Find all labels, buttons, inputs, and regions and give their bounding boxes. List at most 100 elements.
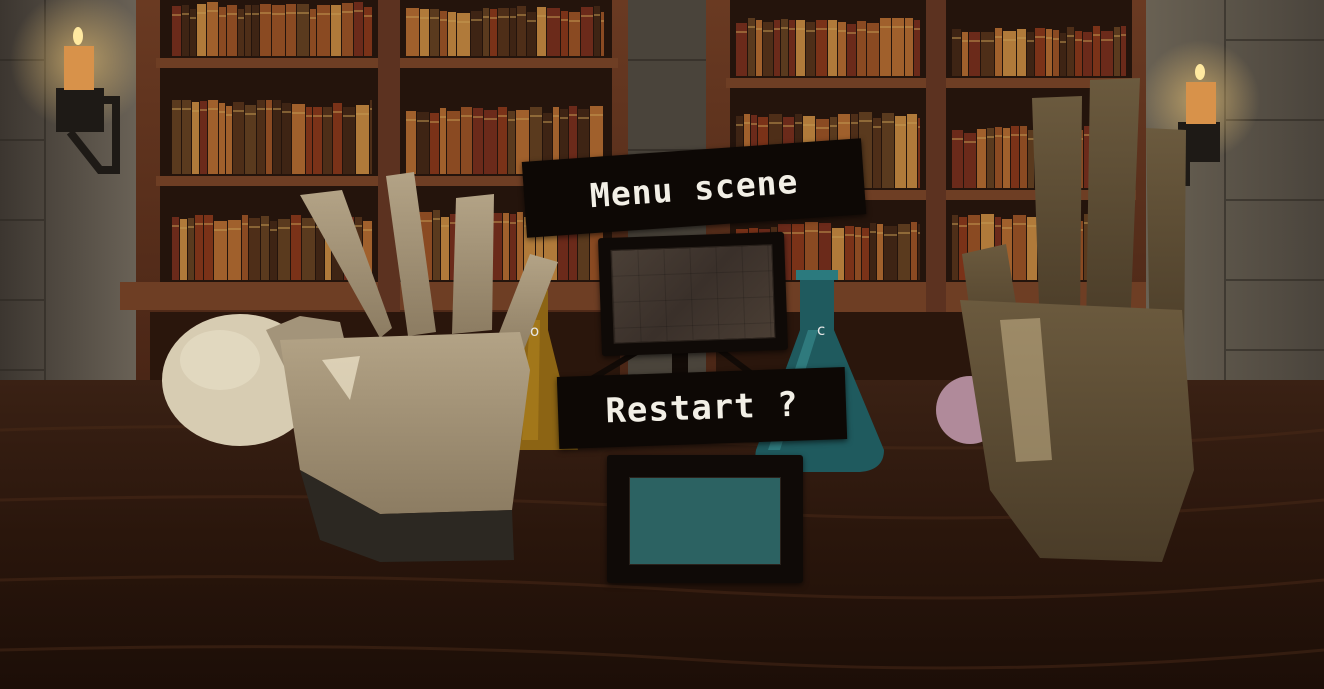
- book-spine-band: [867, 31, 879, 33]
- book-spine-band: [964, 141, 976, 143]
- restart-button[interactable]: [607, 455, 803, 583]
- book-spine: [601, 12, 604, 56]
- book-spine: [1114, 27, 1120, 76]
- book-spine: [172, 100, 181, 174]
- book-spine-band: [578, 117, 589, 119]
- book-spine-band: [461, 115, 472, 117]
- book-spine-band: [252, 13, 259, 15]
- book-spine: [981, 32, 994, 76]
- book-spine: [297, 4, 309, 56]
- book-spine-band: [1053, 38, 1059, 40]
- book-spine-band: [981, 222, 994, 224]
- book-spine-band: [313, 115, 322, 117]
- book-spine-band: [228, 228, 241, 230]
- book-spine-band: [448, 20, 456, 22]
- book-spine: [517, 6, 526, 56]
- book-spine: [342, 3, 353, 56]
- book-spine: [272, 5, 285, 56]
- book-spine-band: [292, 112, 305, 114]
- book-spine-band: [238, 17, 244, 19]
- book-spine-band: [847, 32, 856, 34]
- book-spine: [310, 9, 316, 56]
- book-spine-band: [758, 125, 768, 127]
- book-spine: [192, 102, 199, 174]
- book-spine: [862, 228, 869, 280]
- book-spine: [1046, 29, 1052, 76]
- book-spine: [561, 11, 568, 56]
- book-spine-band: [510, 222, 516, 224]
- book-spine-band: [1027, 225, 1037, 227]
- book-spine: [867, 23, 879, 76]
- book-spine-band: [857, 29, 866, 31]
- book-spine: [440, 11, 447, 56]
- book-spine-band: [918, 232, 920, 234]
- book-spine-band: [569, 20, 580, 22]
- book-spine-band: [266, 108, 272, 110]
- book-spine: [907, 114, 917, 188]
- book-spine: [226, 106, 232, 174]
- book-spine-band: [907, 122, 917, 124]
- book-spine-band: [543, 121, 552, 123]
- button-pad-icon: [629, 477, 781, 565]
- book-spine: [227, 5, 237, 56]
- book-spine-band: [892, 26, 904, 28]
- book-spine: [313, 107, 322, 174]
- book-spine-band: [884, 234, 897, 236]
- book-spine-band: [440, 19, 447, 21]
- book-spine: [1003, 31, 1016, 76]
- book-spine-band: [774, 28, 780, 30]
- book-spine: [356, 105, 369, 174]
- book-spine-band: [895, 124, 906, 126]
- book-spine-band: [1027, 40, 1034, 42]
- book-spine: [219, 103, 225, 174]
- book-spine-band: [969, 40, 980, 42]
- book-spine-band: [1083, 40, 1092, 42]
- book-spine-band: [1003, 39, 1016, 41]
- book-spine: [457, 13, 470, 56]
- book-spine-band: [744, 122, 750, 124]
- book-spine-band: [192, 110, 199, 112]
- book-spine: [245, 105, 256, 174]
- book-spine-band: [553, 115, 559, 117]
- book-spine: [995, 28, 1002, 76]
- book-spine-band: [581, 15, 593, 17]
- book-spine-band: [195, 223, 203, 225]
- book-spine-band: [751, 123, 757, 125]
- book-spine-band: [219, 111, 225, 113]
- book-spine-band: [297, 12, 309, 14]
- book-spine-band: [911, 230, 917, 232]
- book-spine-band: [257, 108, 265, 110]
- book-spine-band: [261, 224, 269, 226]
- book-spine: [537, 7, 546, 56]
- book-spine-band: [816, 28, 827, 30]
- menu-scene-button[interactable]: [597, 231, 789, 357]
- book-spine: [406, 8, 419, 56]
- book-spine-band: [962, 40, 968, 42]
- book-spine: [257, 100, 265, 174]
- book-spine: [503, 213, 509, 280]
- book-spine: [190, 9, 196, 56]
- book-spine-band: [417, 120, 429, 122]
- book-spine-band: [995, 36, 1002, 38]
- book-spine-band: [510, 16, 516, 18]
- book-spine-band: [517, 14, 526, 16]
- book-spine-band: [260, 12, 271, 14]
- book-spine-band: [851, 122, 858, 124]
- book-spine-band: [364, 15, 372, 17]
- book-spine: [882, 113, 894, 188]
- book-spine-band: [273, 108, 281, 110]
- book-spine-band: [561, 19, 568, 21]
- book-spine-band: [977, 137, 986, 139]
- book-spine-band: [736, 124, 743, 126]
- book-spine-band: [832, 236, 844, 238]
- book-spine: [252, 5, 259, 56]
- book-spine: [1017, 29, 1026, 76]
- book-spine-band: [343, 115, 355, 117]
- book-spine-band: [1060, 41, 1066, 43]
- book-spine: [182, 5, 189, 56]
- book-spine-band: [952, 37, 961, 39]
- book-spine-band: [419, 220, 432, 222]
- book-spine: [260, 4, 271, 56]
- book-spine-band: [342, 11, 353, 13]
- book-spine: [1101, 31, 1113, 76]
